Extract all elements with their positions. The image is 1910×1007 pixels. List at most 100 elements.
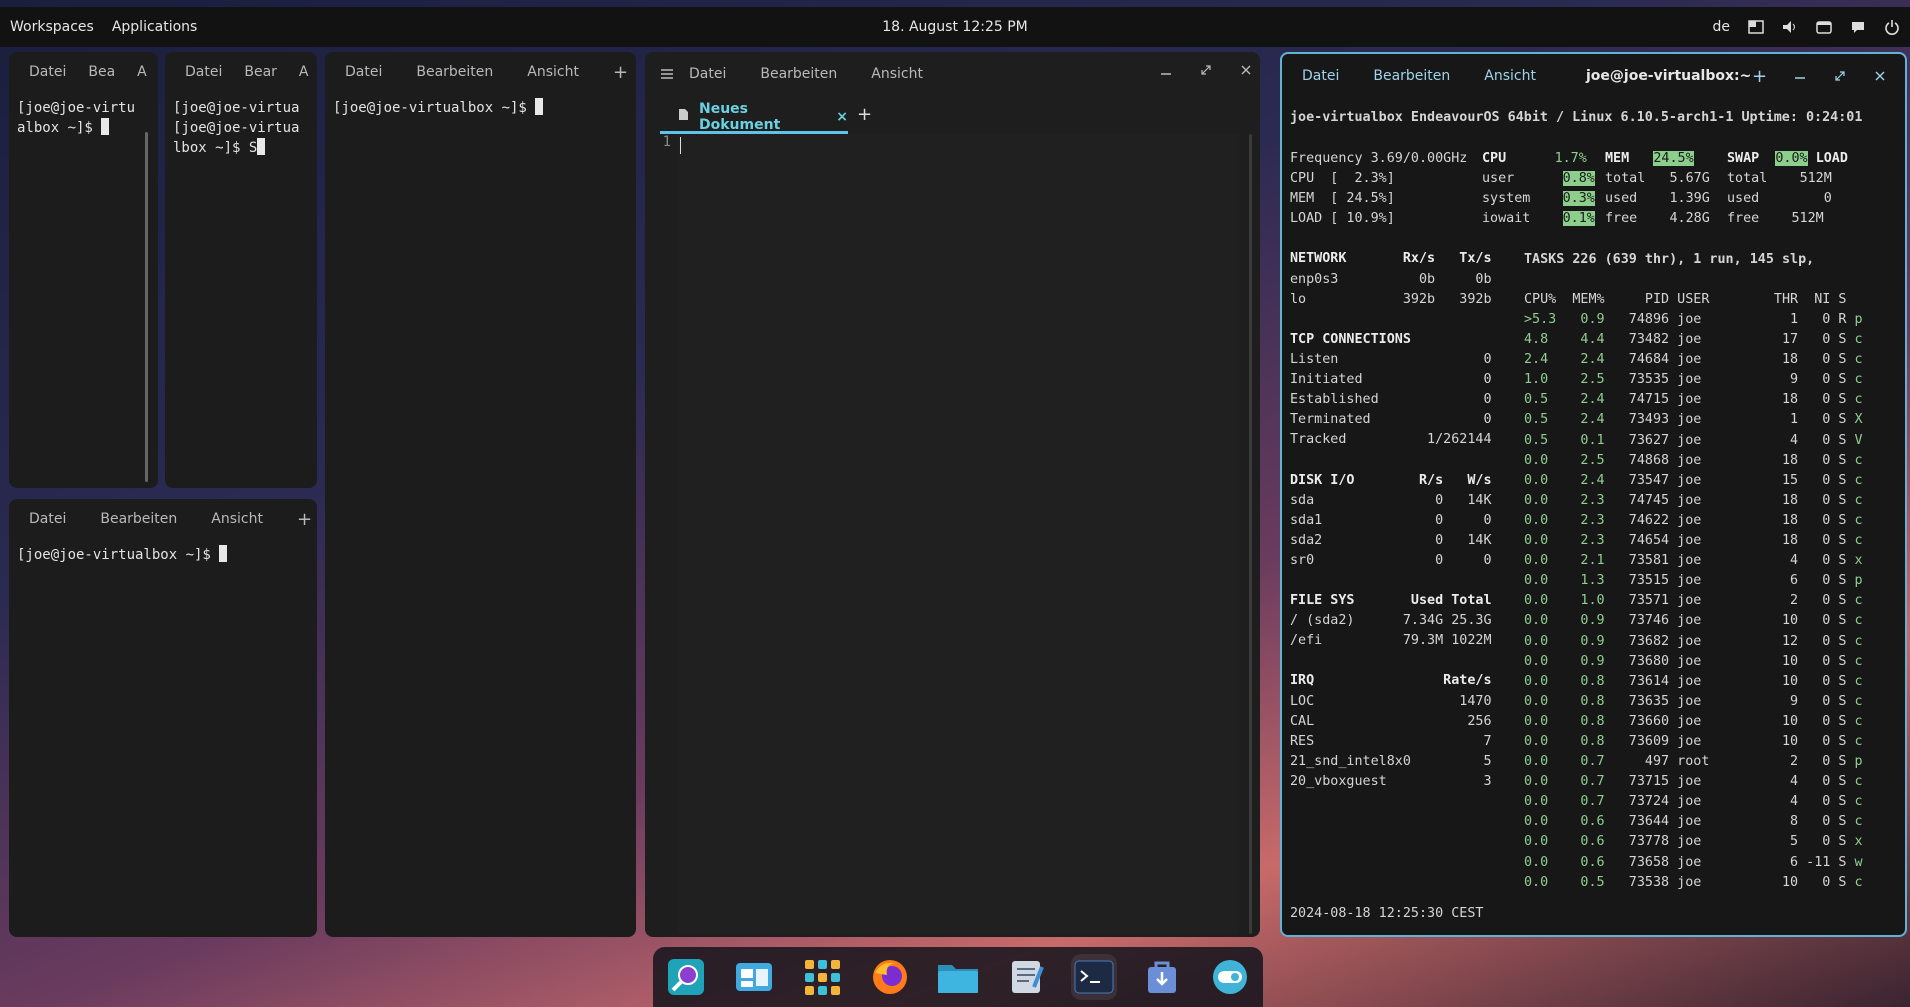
menu-ansicht[interactable]: Ansicht bbox=[871, 66, 923, 82]
menu-bearbeiten[interactable]: Bear bbox=[244, 64, 277, 80]
editor-text-area[interactable] bbox=[677, 134, 1238, 934]
stat-line: Tracked 1/262144 bbox=[1290, 432, 1492, 448]
process-row[interactable]: 2.4 2.4 74684 joe 18 0 S c bbox=[1524, 352, 1863, 367]
hamburger-menu-icon[interactable] bbox=[645, 69, 689, 79]
minimize-button[interactable] bbox=[1794, 70, 1806, 86]
tab-neues-dokument[interactable]: Neues Dokument × bbox=[660, 101, 848, 134]
process-row[interactable]: 0.0 2.3 74745 joe 18 0 S c bbox=[1524, 493, 1863, 508]
process-row[interactable]: 0.0 0.6 73778 joe 5 0 S x bbox=[1524, 834, 1863, 849]
process-row[interactable]: 0.0 0.7 73715 joe 4 0 S c bbox=[1524, 774, 1863, 789]
process-row[interactable]: 0.0 0.9 73682 joe 12 0 S c bbox=[1524, 634, 1863, 649]
process-row[interactable]: 0.0 0.6 73658 joe 6 -11 S w bbox=[1524, 855, 1863, 870]
process-row[interactable]: 0.0 2.5 74868 joe 18 0 S c bbox=[1524, 453, 1863, 468]
settings-toggle-icon[interactable] bbox=[1207, 954, 1253, 1000]
firefox-icon[interactable] bbox=[867, 954, 913, 1000]
menu-ansicht[interactable]: Ansicht bbox=[1484, 68, 1536, 84]
close-button[interactable] bbox=[1874, 70, 1886, 86]
text-editor-icon[interactable] bbox=[1003, 954, 1049, 1000]
terminal-line: lbox ~]$ S bbox=[173, 140, 258, 156]
files-folder-icon[interactable] bbox=[935, 954, 981, 1000]
process-row[interactable]: 0.0 0.5 73538 joe 10 0 S c bbox=[1524, 875, 1863, 890]
power-icon[interactable] bbox=[1884, 19, 1900, 35]
process-row[interactable]: 0.0 0.8 73609 joe 10 0 S c bbox=[1524, 734, 1863, 749]
process-row[interactable]: 0.0 0.9 73746 joe 10 0 S c bbox=[1524, 613, 1863, 628]
process-row[interactable]: 0.0 2.3 74654 joe 18 0 S c bbox=[1524, 533, 1863, 548]
terminal-window-3[interactable]: Datei Bearbeiten Ansicht + [joe@joe-virt… bbox=[325, 52, 636, 937]
top-bar: Workspaces Applications 18. August 12:25… bbox=[0, 7, 1910, 47]
stat-line: DISK I/O R/s W/s bbox=[1290, 472, 1492, 488]
calendar-icon[interactable] bbox=[1816, 19, 1832, 35]
menu-datei[interactable]: Datei bbox=[1302, 68, 1339, 84]
process-row[interactable]: >5.3 0.9 74896 joe 1 0 R p bbox=[1524, 312, 1863, 327]
menu-bearbeiten[interactable]: Bearbeiten bbox=[100, 511, 177, 527]
menu-bearbeiten[interactable]: Bearbeiten bbox=[760, 66, 837, 82]
minimize-button[interactable] bbox=[1160, 64, 1172, 82]
software-store-icon[interactable] bbox=[1139, 954, 1185, 1000]
btop-terminal-window[interactable]: Datei Bearbeiten Ansicht joe@joe-virtual… bbox=[1280, 52, 1907, 937]
text-editor-window[interactable]: Datei Bearbeiten Ansicht Neues Dokument … bbox=[645, 52, 1260, 937]
menu-bearbeiten[interactable]: Bearbeiten bbox=[416, 64, 493, 80]
scrollbar[interactable] bbox=[145, 132, 148, 482]
stat-line: IRQ Rate/s bbox=[1290, 673, 1492, 689]
process-row[interactable]: 0.5 2.4 74715 joe 18 0 S c bbox=[1524, 392, 1863, 407]
process-row[interactable]: 1.0 2.5 73535 joe 9 0 S c bbox=[1524, 372, 1863, 387]
stat-line: LOC 1470 bbox=[1290, 693, 1492, 709]
process-row[interactable]: 0.0 0.8 73660 joe 10 0 S c bbox=[1524, 714, 1863, 729]
new-tab-button[interactable]: + bbox=[1752, 66, 1767, 87]
terminal-window-2[interactable]: Datei Bear A [joe@joe-virtua [joe@joe-vi… bbox=[165, 52, 317, 488]
notifications-icon[interactable] bbox=[1850, 19, 1866, 35]
menu-datei[interactable]: Datei bbox=[689, 66, 726, 82]
process-row[interactable]: 0.5 0.1 73627 joe 4 0 S V bbox=[1524, 433, 1863, 448]
menu-ansicht[interactable]: A bbox=[137, 64, 147, 80]
menu-ansicht[interactable]: Ansicht bbox=[211, 511, 263, 527]
menu-bearbeiten[interactable]: Bearbeiten bbox=[1373, 68, 1450, 84]
clock[interactable]: 18. August 12:25 PM bbox=[882, 19, 1027, 35]
window-layout-icon[interactable] bbox=[1748, 19, 1764, 35]
scrollbar[interactable] bbox=[1249, 134, 1252, 934]
menu-ansicht[interactable]: Ansicht bbox=[527, 64, 579, 80]
process-row[interactable]: 0.0 0.7 497 root 2 0 S p bbox=[1524, 754, 1863, 769]
process-row[interactable]: 0.0 2.3 74622 joe 18 0 S c bbox=[1524, 513, 1863, 528]
stat-line: 20_vboxguest 3 bbox=[1290, 773, 1492, 789]
keyboard-layout-indicator[interactable]: de bbox=[1713, 19, 1731, 35]
volume-icon[interactable] bbox=[1782, 19, 1798, 35]
menu-datei[interactable]: Datei bbox=[185, 64, 222, 80]
process-row[interactable]: 0.0 0.6 73644 joe 8 0 S c bbox=[1524, 814, 1863, 829]
process-row[interactable]: 4.8 4.4 73482 joe 17 0 S c bbox=[1524, 332, 1863, 347]
mem-summary: MEM 24.5% total 5.67G used 1.39G free 4.… bbox=[1605, 151, 1710, 227]
process-row[interactable]: 0.0 1.0 73571 joe 2 0 S c bbox=[1524, 593, 1863, 608]
new-tab-button[interactable]: + bbox=[297, 509, 312, 530]
stat-line: Established 0 bbox=[1290, 392, 1492, 408]
process-row[interactable]: 0.0 1.3 73515 joe 6 0 S p bbox=[1524, 573, 1863, 588]
search-app-icon[interactable] bbox=[663, 954, 709, 1000]
new-tab-button[interactable]: + bbox=[613, 62, 628, 83]
process-list[interactable]: >5.3 0.9 74896 joe 1 0 R p 4.8 4.4 73482… bbox=[1524, 310, 1863, 893]
swap-summary: SWAP 0.0% LOAD total 512M used 0 free 51… bbox=[1727, 151, 1848, 227]
menu-datei[interactable]: Datei bbox=[29, 64, 66, 80]
terminal-icon[interactable] bbox=[1071, 954, 1117, 1000]
menu-datei[interactable]: Datei bbox=[29, 511, 66, 527]
new-tab-button[interactable]: + bbox=[857, 104, 872, 125]
menu-ansicht[interactable]: A bbox=[299, 64, 309, 80]
menu-datei[interactable]: Datei bbox=[345, 64, 382, 80]
process-row[interactable]: 0.0 0.8 73635 joe 9 0 S c bbox=[1524, 694, 1863, 709]
close-button[interactable] bbox=[1240, 64, 1252, 80]
terminal-window-4[interactable]: Datei Bearbeiten Ansicht + [joe@joe-virt… bbox=[9, 499, 317, 937]
system-stats-panel: Frequency 3.69/0.00GHz CPU [ 2.3%] MEM [… bbox=[1290, 149, 1492, 792]
file-manager-grid-icon[interactable] bbox=[731, 954, 777, 1000]
process-row[interactable]: 0.0 0.8 73614 joe 10 0 S c bbox=[1524, 674, 1863, 689]
stat-line: Listen 0 bbox=[1290, 351, 1492, 367]
process-row[interactable]: 0.0 2.4 73547 joe 15 0 S c bbox=[1524, 473, 1863, 488]
terminal-window-1[interactable]: Datei Bea A [joe@joe-virtu albox ~]$ bbox=[9, 52, 158, 488]
process-row[interactable]: 0.5 2.4 73493 joe 1 0 S X bbox=[1524, 412, 1863, 427]
process-row[interactable]: 0.0 0.7 73724 joe 4 0 S c bbox=[1524, 794, 1863, 809]
menu-bearbeiten[interactable]: Bea bbox=[88, 64, 115, 80]
process-row[interactable]: 0.0 2.1 73581 joe 4 0 S x bbox=[1524, 553, 1863, 568]
process-row[interactable]: 0.0 0.9 73680 joe 10 0 S c bbox=[1524, 654, 1863, 669]
app-grid-icon[interactable] bbox=[799, 954, 845, 1000]
process-table-header[interactable]: CPU% MEM% PID USER THR NI S bbox=[1524, 290, 1846, 310]
stat-line: FILE SYS Used Total bbox=[1290, 593, 1492, 609]
maximize-button[interactable] bbox=[1200, 64, 1212, 80]
maximize-button[interactable] bbox=[1834, 70, 1846, 86]
tab-close-button[interactable]: × bbox=[836, 109, 848, 125]
